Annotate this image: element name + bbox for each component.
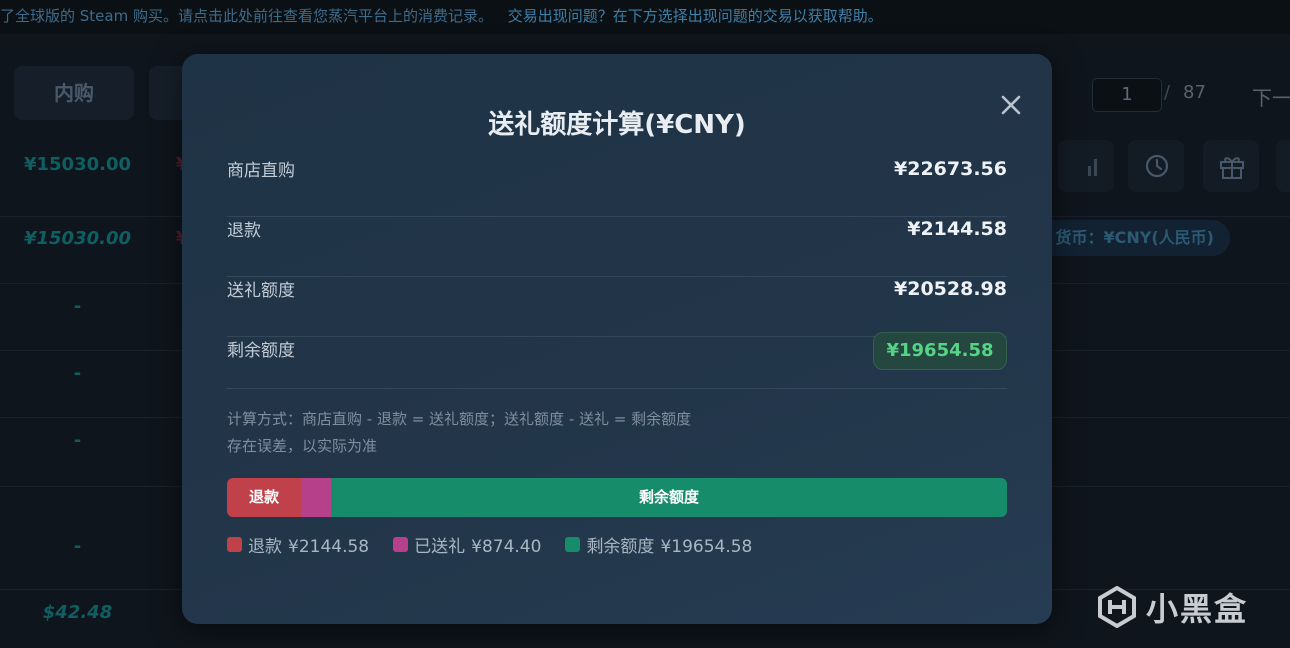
page: 了全球版的 Steam 购买。请点击此处前往查看您蒸汽平台上的消费记录。 交易出… bbox=[0, 0, 1290, 648]
bar-chart-icon bbox=[1088, 159, 1097, 176]
legend-label: 退款 bbox=[248, 537, 282, 557]
top-notice: 了全球版的 Steam 购买。请点击此处前往查看您蒸汽平台上的消费记录。 交易出… bbox=[0, 0, 1290, 34]
stat-label: 退款 bbox=[227, 221, 261, 241]
legend-amount: ¥19654.58 bbox=[660, 537, 753, 557]
formula-note: 计算方式：商店直购 - 退款 = 送礼额度；送礼额度 - 送礼 = 剩余额度 bbox=[227, 410, 692, 428]
bar-segment-refund: 退款 bbox=[227, 478, 301, 517]
legend-text: 退款 ¥2144.58 bbox=[248, 532, 369, 557]
row-amount: - bbox=[73, 363, 82, 384]
legend-amount: ¥874.40 bbox=[471, 537, 542, 557]
row-amount: - bbox=[73, 296, 82, 317]
watermark-text: 小黑盒 bbox=[1146, 590, 1249, 628]
page-total: 87 bbox=[1183, 82, 1206, 103]
legend-text: 已送礼 ¥874.40 bbox=[414, 532, 541, 557]
stat-label: 送礼额度 bbox=[227, 281, 295, 301]
row-amount: ¥15030.00 bbox=[23, 154, 132, 175]
clock-icon bbox=[1145, 154, 1169, 178]
legend-swatch bbox=[227, 537, 242, 552]
more-button[interactable] bbox=[1276, 140, 1290, 192]
stat-label: 商店直购 bbox=[227, 161, 295, 181]
legend-amount: ¥2144.58 bbox=[288, 537, 370, 557]
xiaoheihe-logo-icon bbox=[1098, 586, 1136, 628]
row-amount: ¥15030.00 bbox=[23, 228, 132, 249]
legend-text: 剩余额度 ¥19654.58 bbox=[586, 532, 752, 557]
next-page-button[interactable]: 下一 bbox=[1252, 82, 1290, 111]
remaining-badge: ¥19654.58 bbox=[873, 332, 1007, 370]
stat-label: 剩余额度 bbox=[227, 341, 295, 361]
stat-row-refund: 退款 ¥2144.58 bbox=[227, 216, 1007, 277]
stat-row-store-purchase: 商店直购 ¥22673.56 bbox=[227, 156, 1007, 217]
gift-quota-modal: 送礼额度计算(¥CNY) 商店直购 ¥22673.56 退款 ¥2144.58 … bbox=[182, 54, 1052, 624]
legend-label: 已送礼 bbox=[414, 537, 466, 557]
gift-icon bbox=[1220, 157, 1244, 179]
row-amount: - bbox=[73, 430, 82, 451]
stat-row-remaining: 剩余额度 ¥19654.58 bbox=[227, 332, 1007, 389]
legend-item-refund: 退款 ¥2144.58 bbox=[227, 532, 369, 557]
currency-badge: 货币：¥CNY(人民币) bbox=[1030, 220, 1230, 256]
stat-value: ¥20528.98 bbox=[894, 278, 1007, 300]
close-icon bbox=[1001, 95, 1021, 115]
gift-button[interactable] bbox=[1203, 140, 1259, 192]
bar-segment-remaining: 剩余额度 bbox=[331, 478, 1007, 517]
notice-text[interactable]: 了全球版的 Steam 购买。请点击此处前往查看您蒸汽平台上的消费记录。 bbox=[0, 7, 493, 25]
stat-value: ¥2144.58 bbox=[907, 218, 1007, 240]
modal-title: 送礼额度计算(¥CNY) bbox=[488, 110, 746, 140]
error-note: 存在误差，以实际为准 bbox=[227, 437, 378, 455]
chart-button[interactable] bbox=[1058, 140, 1114, 192]
page-number-input[interactable]: 1 bbox=[1092, 78, 1162, 112]
row-amount: $42.48 bbox=[42, 602, 113, 623]
page-separator: / bbox=[1164, 82, 1171, 103]
bar-segment-gifted bbox=[301, 478, 331, 517]
legend-swatch bbox=[393, 537, 409, 552]
watermark: 小黑盒 bbox=[1096, 584, 1248, 630]
quota-bar: 退款 剩余额度 bbox=[227, 478, 1007, 517]
history-button[interactable] bbox=[1128, 140, 1184, 192]
legend-swatch bbox=[565, 537, 581, 552]
notice-help-link[interactable]: 交易出现问题？在下方选择出现问题的交易以获取帮助。 bbox=[508, 7, 883, 25]
legend-label: 剩余额度 bbox=[586, 537, 655, 557]
close-button[interactable] bbox=[996, 90, 1026, 120]
stat-row-gift-quota: 送礼额度 ¥20528.98 bbox=[227, 276, 1007, 337]
legend: 退款 ¥2144.58 已送礼 ¥874.40 剩余额度 ¥19654.58 bbox=[227, 532, 776, 557]
stat-value: ¥22673.56 bbox=[894, 158, 1007, 180]
legend-item-gifted: 已送礼 ¥874.40 bbox=[393, 532, 541, 557]
legend-item-remaining: 剩余额度 ¥19654.58 bbox=[565, 532, 752, 557]
tab-inapp[interactable]: 内购 bbox=[14, 66, 134, 120]
row-amount: - bbox=[73, 536, 82, 557]
